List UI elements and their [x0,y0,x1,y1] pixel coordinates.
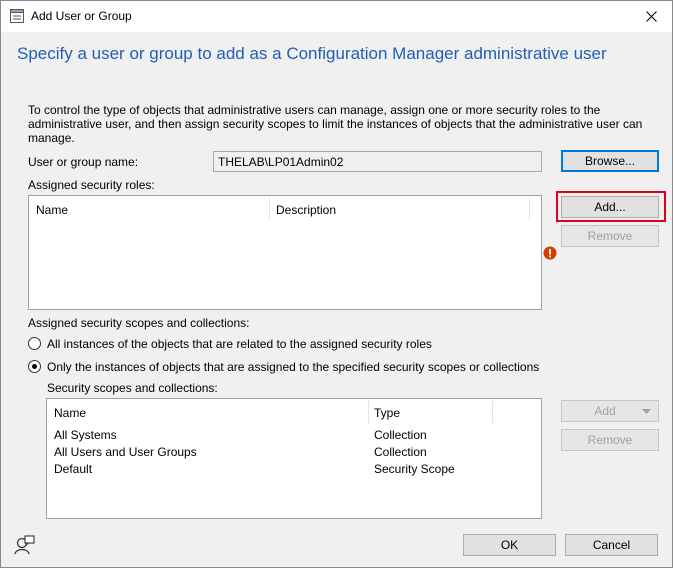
scope-type-cell: Collection [374,428,427,442]
radio-only-instances[interactable] [28,360,41,373]
radio-only-instances-label[interactable]: Only the instances of objects that are a… [47,360,539,374]
security-roles-list-header: Name Description [29,196,541,222]
add-security-role-button[interactable]: Add... [561,196,659,218]
page-heading: Specify a user or group to add as a Conf… [17,44,607,63]
radio-all-instances[interactable] [28,337,41,350]
user-or-group-field[interactable]: THELAB\LP01Admin02 [213,151,542,172]
assigned-security-roles-label: Assigned security roles: [28,178,155,192]
add-scope-label: Add [594,404,616,418]
radio-all-instances-label[interactable]: All instances of the objects that are re… [47,337,432,351]
close-button[interactable] [631,1,672,32]
security-scopes-list-header: Name Type [47,399,541,425]
user-help-icon[interactable] [14,534,36,556]
scope-type-cell: Collection [374,445,427,459]
scope-type-cell: Security Scope [374,462,455,476]
column-divider[interactable] [492,401,493,423]
browse-button[interactable]: Browse... [561,150,659,172]
column-header-name[interactable]: Name [54,406,86,420]
dialog-icon [10,9,24,23]
dropdown-arrow-icon [642,409,651,414]
add-scope-button[interactable]: Add [561,400,659,422]
window-title: Add User or Group [31,9,132,23]
security-roles-list[interactable]: Name Description [28,195,542,310]
title-bar: Add User or Group [1,1,672,32]
column-header-name[interactable]: Name [36,203,68,217]
remove-security-role-button[interactable]: Remove [561,225,659,247]
cancel-button[interactable]: Cancel [565,534,658,556]
radio-selected-dot [32,364,37,369]
security-scopes-list[interactable]: Name Type All Systems Collection All Use… [46,398,542,519]
assigned-scopes-label: Assigned security scopes and collections… [28,316,250,330]
scope-name-cell: All Systems [54,428,117,442]
column-divider[interactable] [269,198,270,220]
error-icon [543,246,557,260]
description-text: To control the type of objects that admi… [28,103,643,145]
scope-name-cell: Default [54,462,93,476]
column-divider[interactable] [368,401,369,423]
column-divider[interactable] [529,198,530,220]
close-icon [646,11,657,22]
user-or-group-label: User or group name: [28,155,139,169]
scopes-list-label: Security scopes and collections: [47,381,218,395]
scope-name-cell: All Users and User Groups [54,445,197,459]
ok-button[interactable]: OK [463,534,556,556]
add-user-or-group-dialog: Add User or Group Specify a user or grou… [0,0,673,568]
column-header-type[interactable]: Type [374,406,400,420]
remove-scope-button[interactable]: Remove [561,429,659,451]
column-header-description[interactable]: Description [276,203,336,217]
